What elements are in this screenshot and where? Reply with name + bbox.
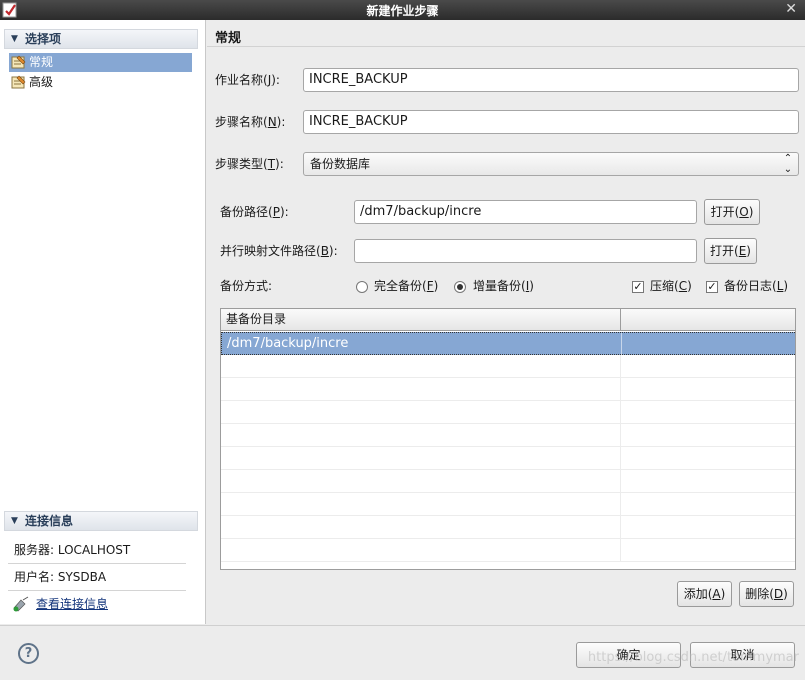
- connection-header-label: 连接信息: [25, 514, 74, 528]
- divider: [207, 46, 805, 47]
- column-header-base-dir[interactable]: 基备份目录: [221, 309, 621, 331]
- step-name-label: 步骤名称(N):: [215, 115, 286, 129]
- options-header-label: 选择项: [25, 32, 62, 46]
- open-backup-path-button[interactable]: 打开(O): [704, 199, 760, 225]
- backup-mode-label: 备份方式:: [220, 279, 273, 293]
- sidebar: ▼ 选择项 常规 高级 ▼ 连接信息 服务器: LOCALHOST 用户名: S…: [0, 20, 206, 624]
- job-name-label: 作业名称(J):: [215, 73, 280, 87]
- full-backup-radio[interactable]: [356, 281, 368, 293]
- add-button[interactable]: 添加(A): [677, 581, 732, 607]
- table-row[interactable]: /dm7/backup/incre: [221, 332, 795, 355]
- incremental-backup-label[interactable]: 增量备份(I): [473, 276, 534, 296]
- mapfile-path-label: 并行映射文件路径(B):: [220, 244, 338, 258]
- title-bar: 新建作业步骤 ✕: [0, 0, 805, 20]
- step-type-select[interactable]: 备份数据库 ⌃ ⌄: [303, 152, 799, 176]
- chevron-updown-icon: ⌃ ⌄: [783, 153, 793, 175]
- table-cell: [622, 333, 795, 355]
- connection-section-header[interactable]: ▼ 连接信息: [4, 511, 198, 531]
- main-panel: 常规 作业名称(J): INCRE_BACKUP 步骤名称(N): INCRE_…: [207, 20, 805, 624]
- window-title: 新建作业步骤: [366, 4, 439, 18]
- options-section-header[interactable]: ▼ 选择项: [4, 29, 198, 49]
- backup-path-input[interactable]: /dm7/backup/incre: [354, 200, 697, 224]
- full-backup-label[interactable]: 完全备份(F): [374, 276, 438, 296]
- backup-log-checkbox[interactable]: ✓: [706, 281, 718, 293]
- dialog-footer: ? 确定 取消 https://blog.csdn.net/tommymar: [0, 625, 805, 680]
- empty-row: [221, 516, 795, 539]
- incremental-backup-radio[interactable]: [454, 281, 466, 293]
- step-type-value: 备份数据库: [310, 157, 371, 171]
- table-header: 基备份目录: [221, 309, 795, 331]
- properties-icon: [11, 55, 26, 69]
- connection-icon: [13, 596, 29, 612]
- page-title: 常规: [215, 31, 242, 46]
- empty-row: [221, 424, 795, 447]
- watermark: https://blog.csdn.net/tommymar: [587, 650, 799, 665]
- delete-button[interactable]: 删除(D): [739, 581, 794, 607]
- column-header-extra[interactable]: [622, 309, 795, 331]
- step-name-input[interactable]: INCRE_BACKUP: [303, 110, 799, 134]
- user-info: 用户名: SYSDBA: [8, 564, 186, 591]
- server-info: 服务器: LOCALHOST: [8, 537, 186, 564]
- properties-icon: [11, 75, 26, 89]
- base-backup-table[interactable]: 基备份目录 /dm7/backup/incre: [220, 308, 796, 570]
- compress-label[interactable]: 压缩(C): [650, 276, 692, 296]
- sidebar-item-label: 高级: [29, 75, 54, 89]
- empty-row: [221, 401, 795, 424]
- empty-row: [221, 493, 795, 516]
- empty-row: [221, 539, 795, 562]
- sidebar-item-label: 常规: [29, 55, 54, 69]
- open-mapfile-button[interactable]: 打开(E): [704, 238, 757, 264]
- job-name-input[interactable]: INCRE_BACKUP: [303, 68, 799, 92]
- view-connection-label: 查看连接信息: [36, 597, 109, 611]
- table-cell: /dm7/backup/incre: [222, 333, 622, 355]
- collapse-triangle-icon: ▼: [11, 516, 18, 526]
- empty-row: [221, 470, 795, 493]
- close-icon[interactable]: ✕: [785, 1, 797, 17]
- help-icon[interactable]: ?: [18, 643, 39, 664]
- collapse-triangle-icon: ▼: [11, 34, 18, 44]
- sidebar-item-advanced[interactable]: 高级: [9, 73, 192, 92]
- backup-log-label[interactable]: 备份日志(L): [724, 276, 788, 296]
- sidebar-item-general[interactable]: 常规: [9, 53, 192, 72]
- step-type-label: 步骤类型(T):: [215, 157, 284, 171]
- empty-row: [221, 355, 795, 378]
- mapfile-path-input[interactable]: [354, 239, 697, 263]
- view-connection-link[interactable]: 查看连接信息: [10, 594, 108, 614]
- compress-checkbox[interactable]: ✓: [632, 281, 644, 293]
- empty-row: [221, 447, 795, 470]
- empty-row: [221, 378, 795, 401]
- backup-path-label: 备份路径(P):: [220, 205, 289, 219]
